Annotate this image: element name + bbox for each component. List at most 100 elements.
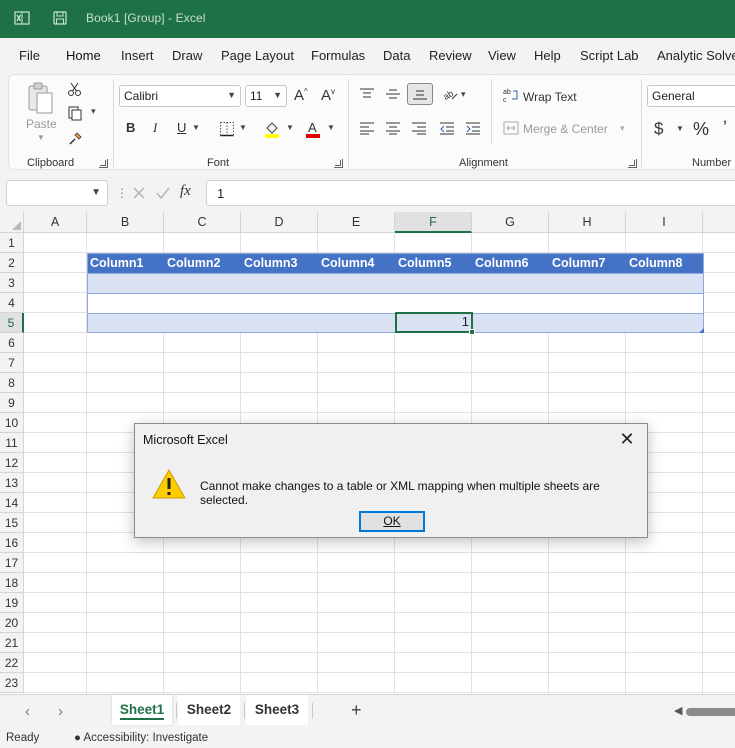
- name-box[interactable]: ▼: [6, 180, 108, 206]
- add-sheet-button[interactable]: +: [351, 700, 362, 721]
- font-launcher-icon[interactable]: [334, 159, 343, 168]
- paste-label[interactable]: Paste: [26, 117, 57, 131]
- row-header-2[interactable]: 2: [0, 253, 24, 273]
- bottom-align-button[interactable]: [407, 83, 433, 105]
- table-header-cell[interactable]: Column7: [549, 253, 626, 273]
- borders-dropdown-icon[interactable]: ▼: [239, 123, 247, 132]
- clipboard-launcher-icon[interactable]: [99, 159, 108, 168]
- row-header-6[interactable]: 6: [0, 333, 24, 353]
- save-icon[interactable]: [52, 10, 68, 26]
- row-header-7[interactable]: 7: [0, 353, 24, 373]
- tab-home[interactable]: Home: [66, 48, 101, 63]
- cancel-icon[interactable]: [132, 186, 146, 200]
- accessibility-status[interactable]: ● Accessibility: Investigate: [74, 732, 208, 744]
- merge-center-button[interactable]: Merge & Center: [523, 122, 608, 136]
- fill-handle[interactable]: [469, 329, 475, 335]
- table-header-cell[interactable]: Column2: [164, 253, 241, 273]
- row-header-18[interactable]: 18: [0, 573, 24, 593]
- copy-dropdown-icon[interactable]: ▾: [91, 106, 96, 117]
- close-icon[interactable]: ✕: [615, 427, 639, 451]
- tab-page-layout[interactable]: Page Layout: [221, 48, 294, 63]
- column-header-i[interactable]: I: [626, 212, 703, 233]
- column-header-b[interactable]: B: [87, 212, 164, 233]
- sheet-tab-sheet1[interactable]: Sheet1: [112, 695, 172, 725]
- percent-button[interactable]: %: [693, 119, 709, 140]
- column-header-g[interactable]: G: [472, 212, 549, 233]
- row-header-9[interactable]: 9: [0, 393, 24, 413]
- tab-formulas[interactable]: Formulas: [311, 48, 365, 63]
- tab-script-lab[interactable]: Script Lab: [580, 48, 639, 63]
- currency-dropdown-icon[interactable]: ▼: [676, 124, 684, 133]
- row-header-16[interactable]: 16: [0, 533, 24, 553]
- italic-button[interactable]: I: [153, 120, 157, 136]
- number-format-select[interactable]: General: [647, 85, 735, 107]
- wrap-text-button[interactable]: Wrap Text: [523, 90, 577, 104]
- enter-icon[interactable]: [156, 186, 170, 200]
- row-header-15[interactable]: 15: [0, 513, 24, 533]
- wrap-text-icon[interactable]: abc: [503, 87, 519, 103]
- table-header-cell[interactable]: Column6: [472, 253, 549, 273]
- row-header-8[interactable]: 8: [0, 373, 24, 393]
- underline-dropdown-icon[interactable]: ▼: [192, 123, 200, 132]
- row-header-22[interactable]: 22: [0, 653, 24, 673]
- row-header-20[interactable]: 20: [0, 613, 24, 633]
- orientation-dropdown-icon[interactable]: ▾: [461, 89, 466, 100]
- comma-style-button[interactable]: ʼ: [723, 118, 727, 139]
- sheet-tab-sheet3[interactable]: Sheet3: [246, 695, 308, 725]
- font-size-select[interactable]: 11 ▼: [245, 85, 287, 107]
- column-header-partial[interactable]: [703, 212, 735, 233]
- fill-color-icon[interactable]: [263, 119, 281, 139]
- scrollbar-thumb[interactable]: [686, 708, 735, 716]
- row-header-17[interactable]: 17: [0, 553, 24, 573]
- row-header-11[interactable]: 11: [0, 433, 24, 453]
- tab-view[interactable]: View: [488, 48, 516, 63]
- borders-icon[interactable]: [219, 121, 235, 137]
- font-family-select[interactable]: Calibri ▼: [119, 85, 241, 107]
- insert-function-button[interactable]: fx: [180, 183, 191, 200]
- bold-button[interactable]: B: [126, 120, 135, 135]
- copy-icon[interactable]: [67, 105, 83, 121]
- table-row[interactable]: [87, 293, 704, 313]
- row-header-14[interactable]: 14: [0, 493, 24, 513]
- tab-draw[interactable]: Draw: [172, 48, 202, 63]
- increase-font-size-button[interactable]: A^: [294, 87, 308, 104]
- table-header-cell[interactable]: Column3: [241, 253, 318, 273]
- paste-dropdown-icon[interactable]: ▼: [37, 133, 45, 142]
- column-header-d[interactable]: D: [241, 212, 318, 233]
- row-header-13[interactable]: 13: [0, 473, 24, 493]
- decrease-font-size-button[interactable]: Av: [321, 87, 335, 104]
- alignment-launcher-icon[interactable]: [628, 159, 637, 168]
- row-header-19[interactable]: 19: [0, 593, 24, 613]
- merge-center-icon[interactable]: [503, 121, 519, 135]
- tab-data[interactable]: Data: [383, 48, 410, 63]
- tab-review[interactable]: Review: [429, 48, 472, 63]
- tab-analytic-solver[interactable]: Analytic Solve: [657, 48, 735, 63]
- row-header-5[interactable]: 5: [0, 313, 24, 333]
- tab-insert[interactable]: Insert: [121, 48, 154, 63]
- underline-button[interactable]: U: [177, 120, 186, 135]
- column-header-f[interactable]: F: [395, 212, 472, 233]
- row-header-12[interactable]: 12: [0, 453, 24, 473]
- table-header-cell[interactable]: Column5: [395, 253, 472, 273]
- decrease-indent-icon[interactable]: [439, 121, 455, 135]
- paste-icon[interactable]: [26, 81, 56, 115]
- scroll-left-icon[interactable]: ◀: [674, 704, 682, 717]
- table-row[interactable]: [87, 273, 704, 293]
- table-resize-handle[interactable]: [699, 328, 704, 333]
- table-header-cell[interactable]: Column8: [626, 253, 704, 273]
- currency-button[interactable]: $: [654, 119, 663, 139]
- column-header-a[interactable]: A: [24, 212, 87, 233]
- font-color-icon[interactable]: A: [304, 119, 322, 139]
- table-header-cell[interactable]: Column1: [87, 253, 164, 273]
- increase-indent-icon[interactable]: [465, 121, 481, 135]
- sheet-tab-sheet2[interactable]: Sheet2: [178, 695, 240, 725]
- top-align-icon[interactable]: [359, 87, 375, 101]
- tab-file[interactable]: File: [19, 48, 40, 63]
- fill-color-dropdown-icon[interactable]: ▼: [286, 123, 294, 132]
- chevron-left-icon[interactable]: ‹: [25, 703, 30, 720]
- select-all-button[interactable]: [0, 212, 24, 233]
- row-header-23[interactable]: 23: [0, 673, 24, 693]
- cell-value[interactable]: 1: [396, 312, 469, 332]
- chevron-right-icon[interactable]: ›: [58, 703, 63, 720]
- table-header-cell[interactable]: Column4: [318, 253, 395, 273]
